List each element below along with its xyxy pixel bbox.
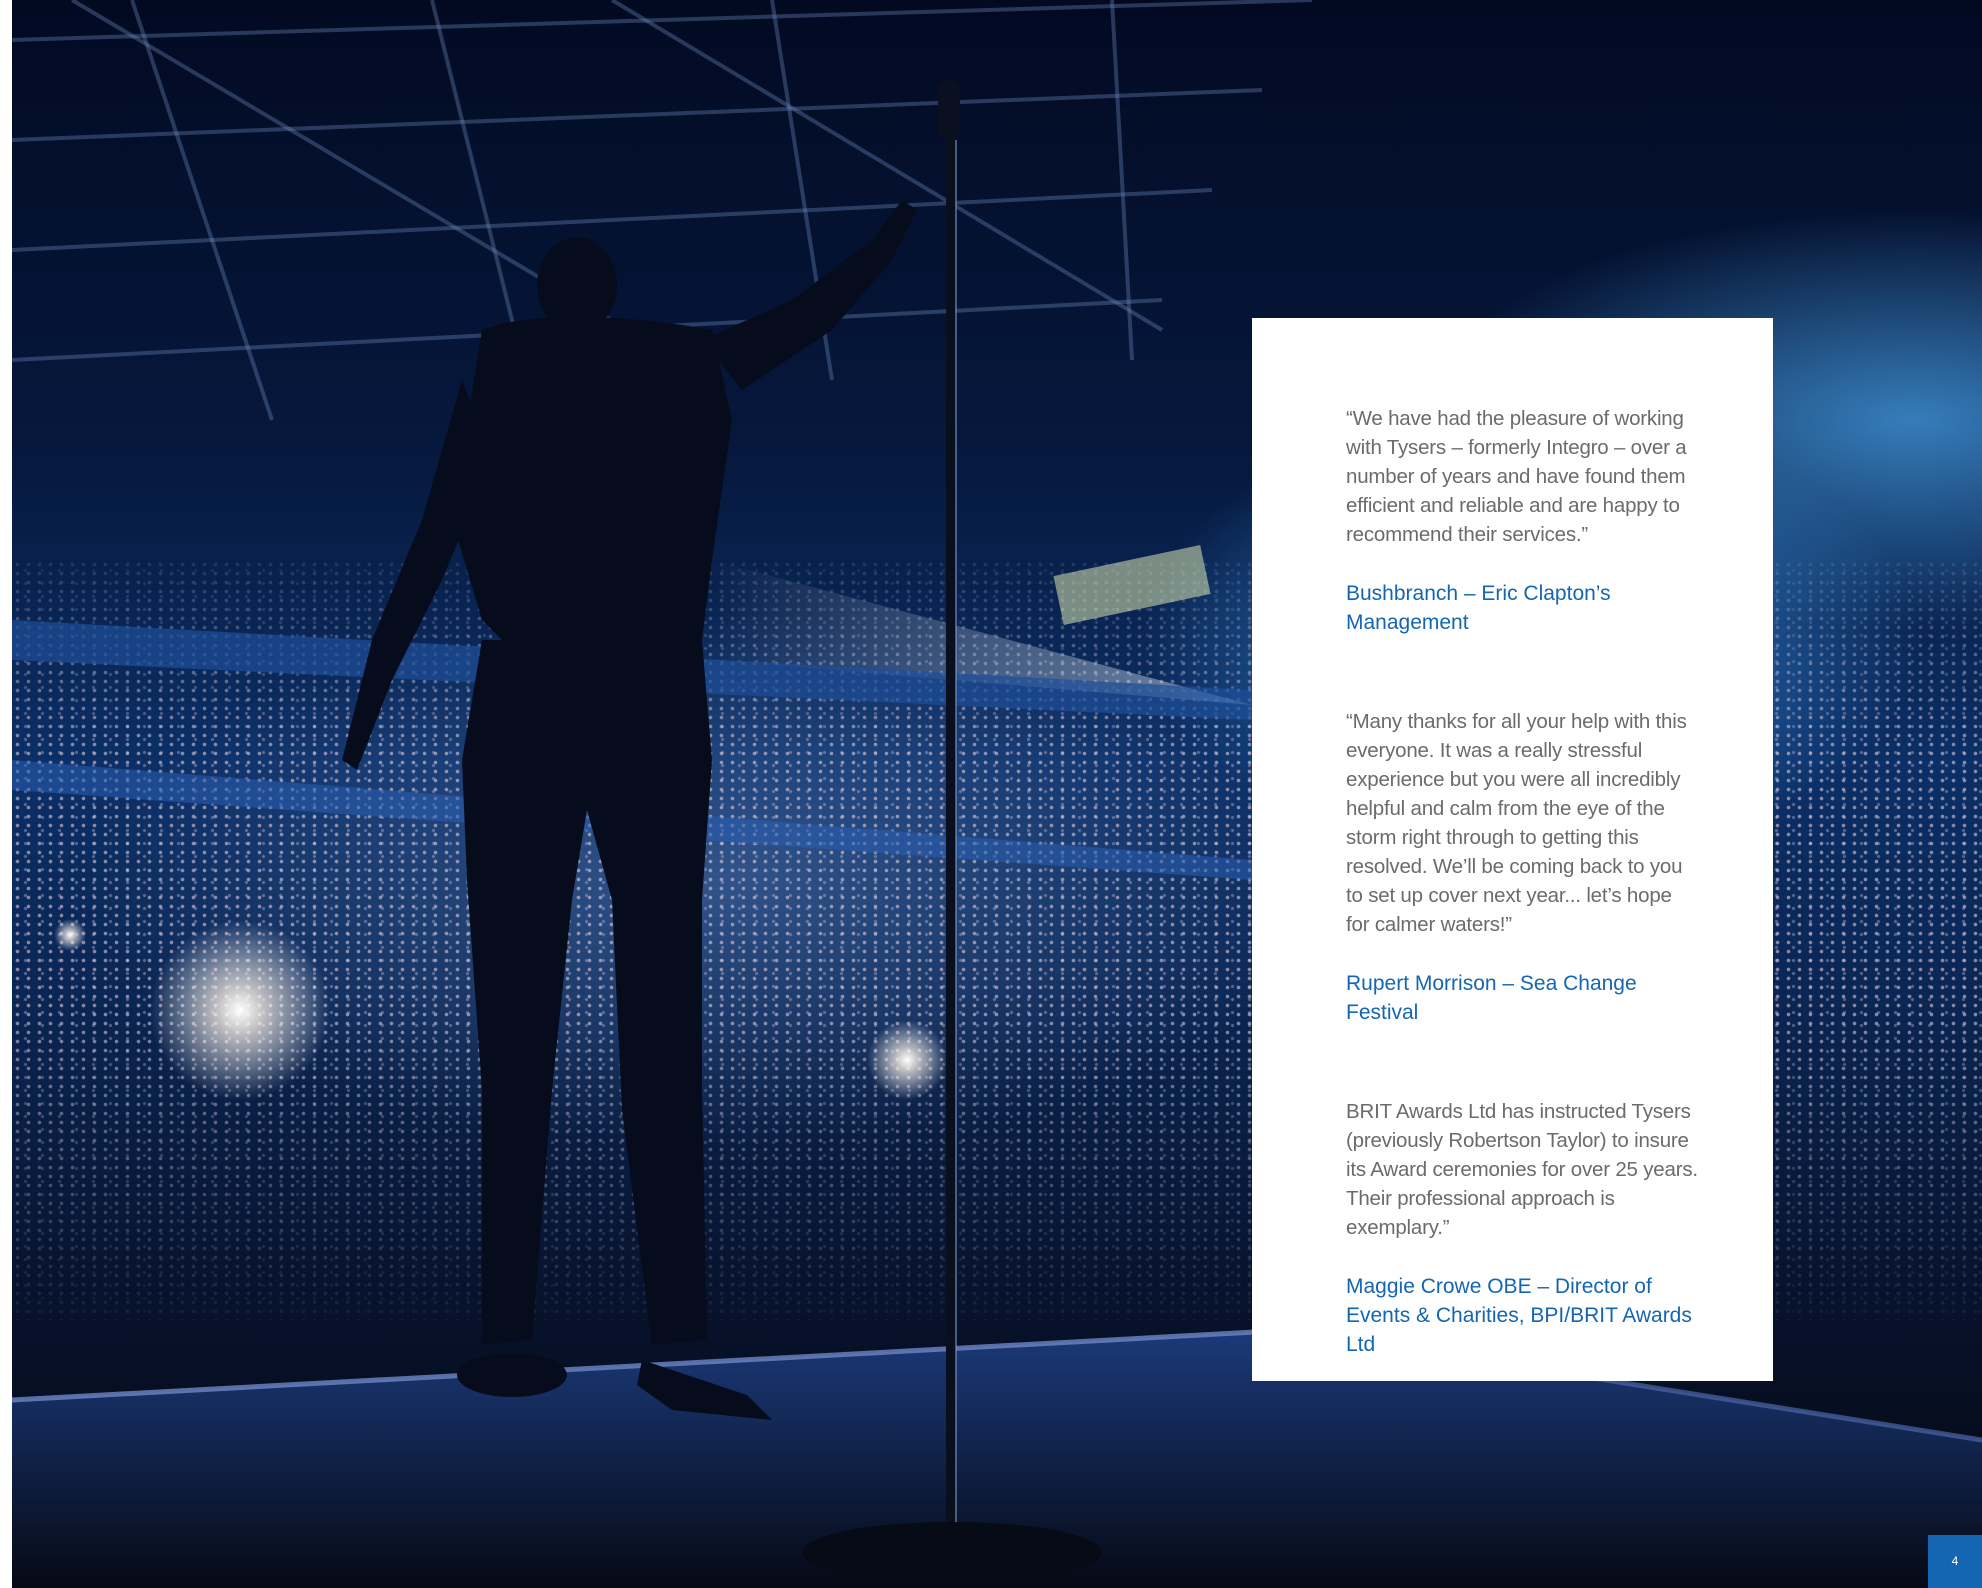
- arena-screen: [1053, 544, 1211, 626]
- camera-flash: [867, 1020, 947, 1100]
- testimonial-attribution: Rupert Morrison – Sea Change Festival: [1346, 972, 1637, 1024]
- testimonials-panel: “We have had the pleasure of working wit…: [1252, 318, 1773, 1381]
- testimonials-list: “We have had the pleasure of working wit…: [1346, 404, 1698, 1359]
- testimonial-quote: “We have had the pleasure of working wit…: [1346, 407, 1687, 546]
- testimonial-quote: “Many thanks for all your help with this…: [1346, 710, 1687, 936]
- testimonial-attribution: Maggie Crowe OBE – Director of Events & …: [1346, 1275, 1692, 1356]
- testimonial-item: “Many thanks for all your help with this…: [1346, 707, 1698, 1027]
- testimonial-quote: BRIT Awards Ltd has instructed Tysers (p…: [1346, 1100, 1698, 1239]
- testimonial-attribution: Bushbranch – Eric Clapton’s Management: [1346, 582, 1611, 634]
- page-number: 4: [1928, 1535, 1982, 1588]
- camera-flash: [54, 919, 86, 951]
- brochure-page: “We have had the pleasure of working wit…: [0, 0, 1982, 1588]
- testimonial-item: “We have had the pleasure of working wit…: [1346, 404, 1698, 637]
- testimonial-item: BRIT Awards Ltd has instructed Tysers (p…: [1346, 1097, 1698, 1359]
- camera-flash: [150, 920, 330, 1100]
